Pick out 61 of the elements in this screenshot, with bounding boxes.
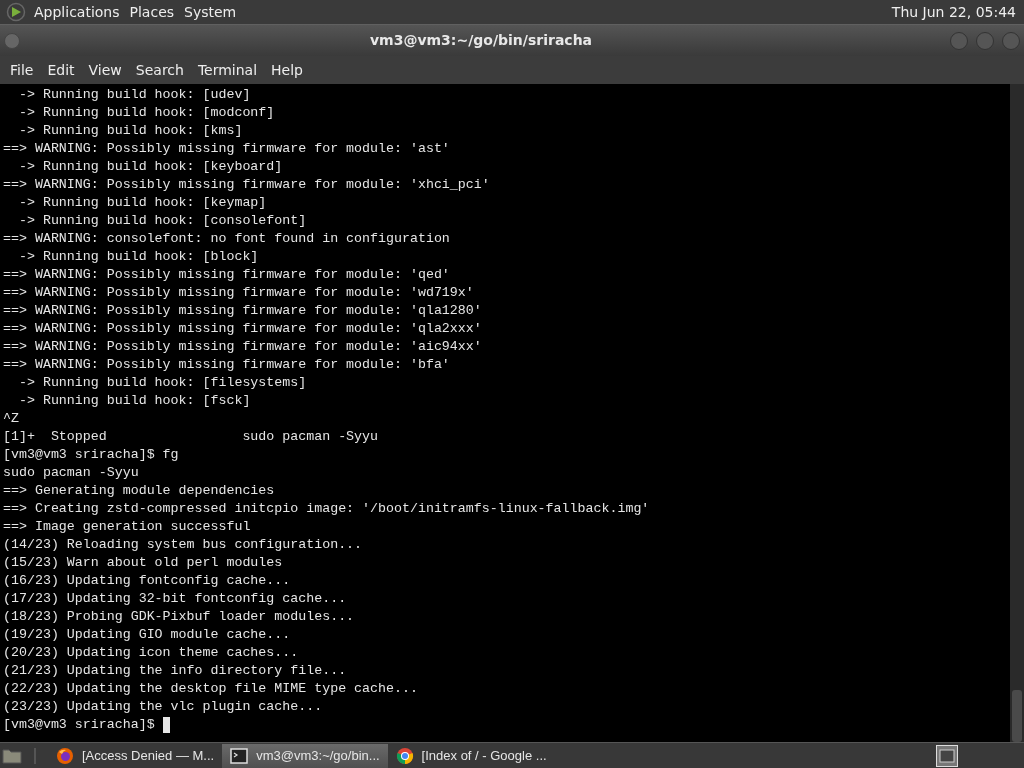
terminal-line: (19/23) Updating GIO module cache... — [3, 626, 291, 644]
terminal-line: ==> WARNING: Possibly missing firmware for module: 'xhci_pci' — [3, 176, 490, 194]
terminal-line: ==> Creating zstd-compressed initcpio image: '/boot/initramfs-linux-fallback.img' — [3, 500, 650, 518]
terminal-line: -> Running build hook: [block] — [17, 248, 259, 266]
terminal-line: -> Running build hook: [udev] — [17, 86, 251, 104]
terminal-line: ==> WARNING: Possibly missing firmware for module: 'qla2xxx' — [3, 320, 482, 338]
terminal-line: ==> WARNING: consolefont: no font found in configuration — [3, 230, 450, 248]
firefox-icon — [56, 746, 74, 765]
terminal-line: (16/23) Updating fontconfig cache... — [3, 572, 291, 590]
terminal-line: ==> WARNING: Possibly missing firmware for module: 'qla1280' — [3, 302, 482, 320]
terminal-line: -> Running build hook: [modconf] — [17, 104, 275, 122]
terminal-line: (15/23) Warn about old perl modules — [3, 554, 283, 572]
terminal-line: -> Running build hook: [fsck] — [17, 392, 251, 410]
terminal-line: [vm3@vm3 sriracha]$ fg — [3, 446, 179, 464]
terminal-line: [vm3@vm3 sriracha]$ — [3, 716, 156, 734]
terminal-line: (20/23) Updating icon theme caches... — [3, 644, 299, 662]
panel-menu[interactable]: Applications — [34, 1, 120, 23]
minimize-button[interactable] — [950, 31, 968, 50]
terminal-line: (14/23) Reloading system bus configuration... — [3, 536, 363, 554]
terminal-line: ==> Generating module dependencies — [3, 482, 275, 500]
panel-menu[interactable]: System — [184, 1, 237, 23]
terminal-line: -> Running build hook: [kms] — [17, 122, 243, 140]
chrome-icon — [395, 746, 414, 765]
menu-item[interactable]: Help — [264, 59, 310, 81]
terminal-line: ^Z — [3, 410, 19, 428]
terminal-line: -> Running build hook: [consolefont] — [17, 212, 307, 230]
logo-icon[interactable] — [6, 2, 26, 22]
terminal-line: -> Running build hook: [filesystems] — [17, 374, 307, 392]
cursor — [162, 717, 170, 733]
terminal-line: (22/23) Updating the desktop file MIME type cache... — [3, 680, 418, 698]
terminal-line: ==> WARNING: Possibly missing firmware for module: 'aic94xx' — [3, 338, 482, 356]
terminal-line: [1]+ Stopped sudo pacman -Syyu — [3, 428, 379, 446]
terminal-line: -> Running build hook: [keyboard] — [17, 158, 283, 176]
terminal-line: (23/23) Updating the vlc plugin cache... — [3, 698, 323, 716]
terminal-line: -> Running build hook: [keymap] — [17, 194, 267, 212]
menu-item[interactable]: Terminal — [190, 59, 265, 81]
taskbar-button[interactable]: vm3@vm3:~/go/bin... — [222, 743, 388, 768]
taskbar-button[interactable]: [Access Denied — M... — [48, 743, 223, 768]
terminal-line: ==> WARNING: Possibly missing firmware for module: 'ast' — [3, 140, 450, 158]
terminal-line: (17/23) Updating 32-bit fontconfig cache... — [3, 590, 347, 608]
terminal-line: (18/23) Probing GDK-Pixbuf loader modules... — [3, 608, 355, 626]
desktop-icon[interactable] — [936, 744, 958, 767]
terminal-line: (21/23) Updating the info directory file... — [3, 662, 347, 680]
close-button[interactable] — [1002, 31, 1020, 50]
terminal-icon — [230, 747, 249, 764]
maximize-button[interactable] — [976, 31, 994, 50]
terminal-line: ==> WARNING: Possibly missing firmware for module: 'qed' — [3, 266, 450, 284]
terminal-line: sudo pacman -Syyu — [3, 464, 139, 482]
taskbar-button[interactable]: [Index of / - Google ... — [387, 743, 555, 768]
clock[interactable]: Thu Jun 22, 05:44 — [891, 1, 1016, 23]
menu-item[interactable]: Edit — [40, 59, 82, 81]
terminal-line: ==> Image generation successful — [3, 518, 251, 536]
terminal-line: ==> WARNING: Possibly missing firmware for module: 'wd719x' — [3, 284, 474, 302]
terminal-line: ==> WARNING: Possibly missing firmware for module: 'bfa' — [3, 356, 450, 374]
menu-item[interactable]: Search — [128, 59, 191, 81]
folder-icon[interactable] — [2, 746, 22, 765]
panel-menu[interactable]: Places — [129, 1, 175, 23]
window-title: vm3@vm3:~/go/bin/sriracha — [368, 31, 594, 50]
window-menu-icon[interactable] — [4, 32, 20, 49]
menu-item[interactable]: File — [3, 59, 41, 81]
menu-item[interactable]: View — [81, 59, 129, 81]
